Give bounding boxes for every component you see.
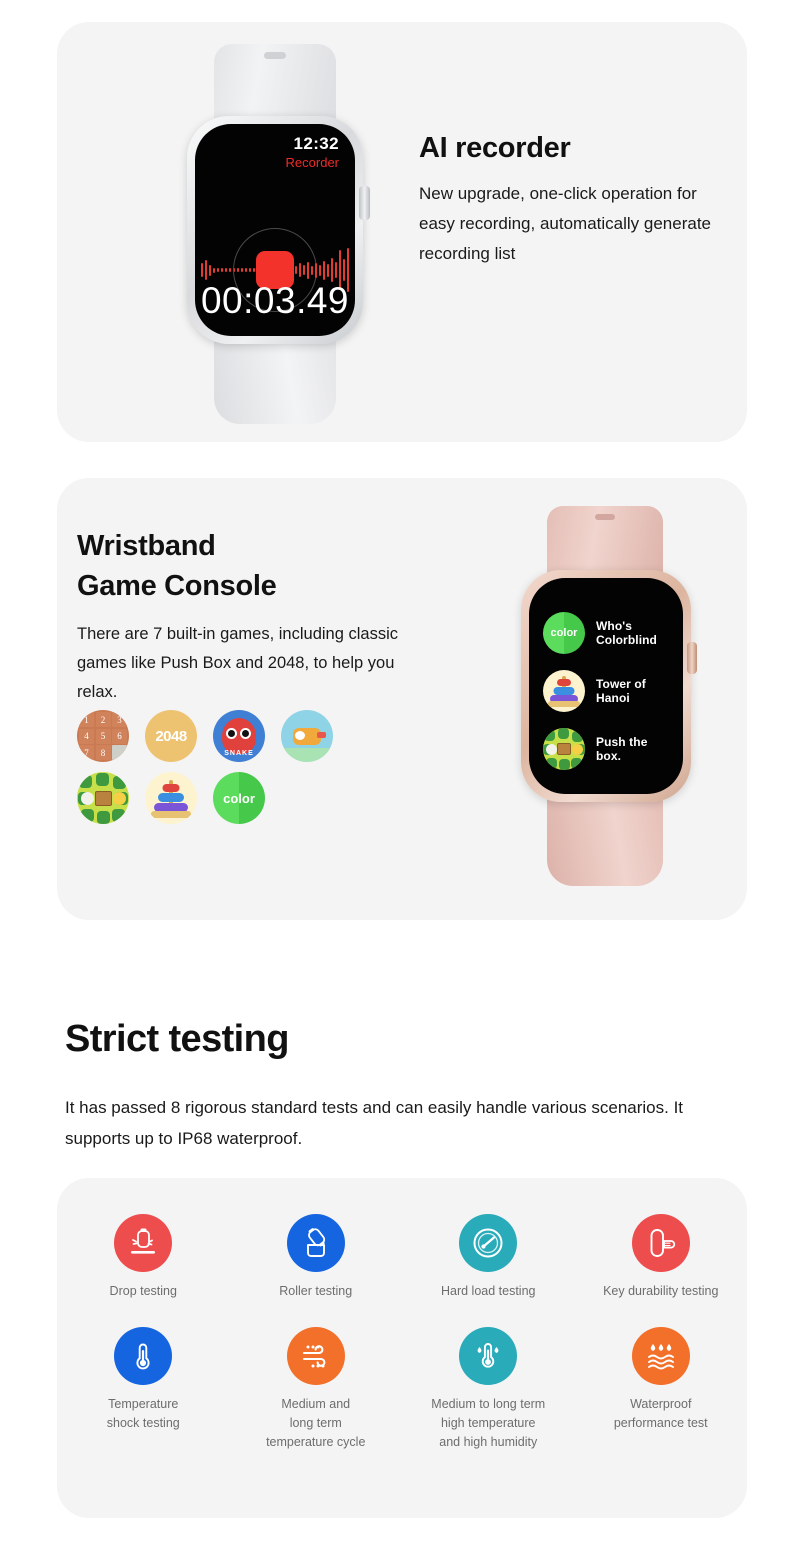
test-item-waterproof: Waterproof performance test: [575, 1327, 748, 1452]
game-icon-snake[interactable]: SNAKE: [213, 710, 281, 762]
game-menu-label: Push the box.: [596, 735, 648, 763]
finger-press-icon: [631, 1214, 690, 1272]
game-icon-color-label: color: [223, 790, 255, 806]
test-label: Drop testing: [109, 1284, 177, 1298]
water-drops-waves-icon: [631, 1327, 690, 1385]
test-item-key-durability: Key durability testing: [575, 1214, 748, 1301]
test-label: Roller testing: [279, 1284, 353, 1298]
games-description: There are 7 built-in games, including cl…: [77, 625, 398, 701]
wind-icon: [286, 1327, 345, 1385]
game-menu-list: color Who's Colorblind Tower of Hanoi Pu…: [529, 604, 683, 778]
testing-icons-card: Drop testing Roller testing Hard load te…: [57, 1178, 747, 1518]
game-icon-push-box[interactable]: [77, 772, 145, 824]
silver-watch-image: 12:32 Recorder 00:03.49: [162, 44, 387, 424]
watch-crown[interactable]: [359, 186, 370, 220]
test-label: Hard load testing: [440, 1284, 536, 1298]
menu-color-icon-label: color: [550, 627, 578, 639]
games-copy: Wristband Game Console There are 7 built…: [77, 526, 407, 707]
watch-case: 12:32 Recorder 00:03.49: [187, 116, 370, 344]
test-label: Temperature shock testing: [106, 1397, 180, 1430]
test-item-hard-load: Hard load testing: [402, 1214, 575, 1301]
game-menu-item-pushbox[interactable]: Push the box.: [543, 720, 669, 778]
game-menu-label: Tower of Hanoi: [596, 677, 646, 705]
test-label: Medium to long term high temperature and…: [431, 1397, 546, 1449]
game-menu-label: Who's Colorblind: [596, 619, 657, 647]
games-title-line2: Game Console: [77, 570, 277, 602]
pink-watch-image: color Who's Colorblind Tower of Hanoi Pu…: [499, 506, 709, 886]
test-label: Waterproof performance test: [613, 1397, 708, 1430]
testing-grid: Drop testing Roller testing Hard load te…: [57, 1214, 747, 1452]
game-menu-item-colorblind[interactable]: color Who's Colorblind: [543, 604, 669, 662]
strict-testing-description: It has passed 8 rigorous standard tests …: [65, 1098, 684, 1148]
game-icon-grid: 123 456 78 2048 SNAKE color: [77, 710, 367, 824]
game-menu-item-hanoi[interactable]: Tower of Hanoi: [543, 662, 669, 720]
watch-screen-game-list: color Who's Colorblind Tower of Hanoi Pu…: [529, 578, 683, 794]
thermometer-humidity-icon: [459, 1327, 518, 1385]
test-label: Medium and long term temperature cycle: [266, 1397, 366, 1449]
game-console-card: Wristband Game Console There are 7 built…: [57, 478, 747, 920]
game-icon-sliding-puzzle[interactable]: 123 456 78: [77, 710, 145, 762]
game-icon-flappy-bird[interactable]: [281, 710, 349, 762]
strict-testing-heading: Strict testing: [65, 1018, 289, 1060]
test-item-temperature-shock: Temperature shock testing: [57, 1327, 230, 1452]
pink-watch-crown[interactable]: [687, 642, 697, 674]
games-title-line1: Wristband: [77, 530, 216, 562]
test-item-temperature-cycle: Medium and long term temperature cycle: [230, 1327, 403, 1452]
test-item-roller: Roller testing: [230, 1214, 403, 1301]
roller-tumble-icon: [286, 1214, 345, 1272]
screen-app-label: Recorder: [285, 155, 339, 170]
game-icon-tower-of-hanoi[interactable]: [145, 772, 213, 824]
recorder-description: New upgrade, one-click operation for eas…: [419, 184, 711, 263]
test-item-drop: Drop testing: [57, 1214, 230, 1301]
ai-recorder-card: 12:32 Recorder 00:03.49 AI recorder New …: [57, 22, 747, 442]
recorder-title: AI recorder: [419, 132, 571, 164]
gauge-icon: [459, 1214, 518, 1272]
recorder-copy: AI recorder New upgrade, one-click opera…: [419, 132, 729, 269]
game-icon-color[interactable]: color: [213, 772, 281, 824]
drop-watch-icon: [114, 1214, 173, 1272]
test-item-high-humidity: Medium to long term high temperature and…: [402, 1327, 575, 1452]
recording-timer: 00:03.49: [200, 280, 350, 321]
test-label: Key durability testing: [603, 1284, 719, 1298]
screen-time: 12:32: [293, 134, 339, 153]
watch-screen-recorder: 12:32 Recorder 00:03.49: [195, 124, 355, 336]
thermometer-icon: [114, 1327, 173, 1385]
game-icon-snake-label: SNAKE: [224, 750, 254, 757]
pink-watch-case: color Who's Colorblind Tower of Hanoi Pu…: [521, 570, 697, 802]
game-icon-2048[interactable]: 2048: [145, 710, 213, 762]
game-icon-2048-label: 2048: [155, 727, 187, 745]
